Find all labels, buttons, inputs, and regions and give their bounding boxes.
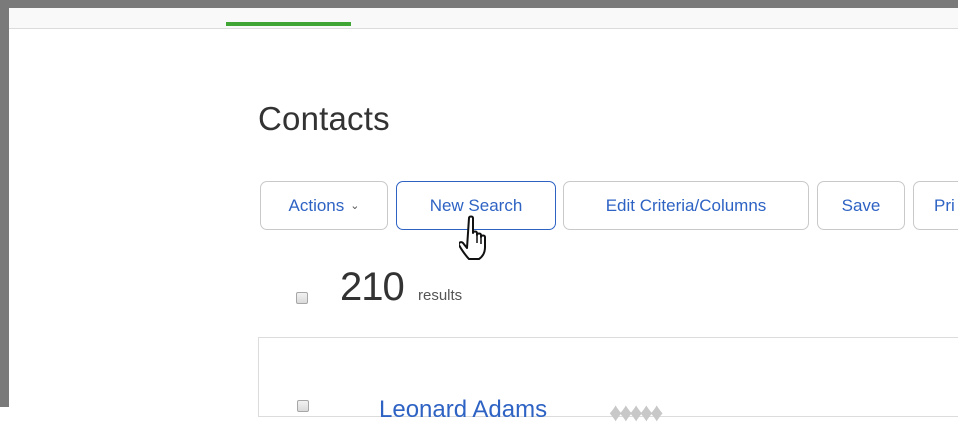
hand-pointer-cursor-icon: [459, 215, 486, 260]
actions-button-label: Actions: [288, 196, 345, 215]
edit-criteria-columns-button[interactable]: Edit Criteria/Columns: [563, 181, 809, 230]
new-search-button-label: New Search: [429, 196, 523, 215]
contact-name-link[interactable]: Leonard Adams: [379, 396, 547, 424]
save-button[interactable]: Save: [817, 181, 905, 230]
actions-dropdown-button[interactable]: Actions ⌄: [260, 181, 388, 230]
drop-rating-icon[interactable]: ♦♦♦♦♦: [609, 397, 663, 428]
results-label: results: [418, 287, 463, 304]
window-frame-top: [0, 0, 958, 8]
edit-criteria-button-label: Edit Criteria/Columns: [605, 196, 767, 215]
results-count: 210: [340, 265, 405, 309]
save-button-label: Save: [841, 196, 881, 215]
top-navigation-bar: [9, 8, 958, 29]
contacts-toolbar: Actions ⌄ New Search Edit Criteria/Column…: [260, 181, 958, 230]
chevron-down-icon: ⌄: [350, 200, 360, 212]
row-checkbox[interactable]: [297, 400, 309, 412]
active-tab-indicator: [226, 22, 351, 26]
contacts-list: Leonard Adams ♦♦♦♦♦: [258, 337, 958, 427]
select-all-checkbox[interactable]: [296, 292, 308, 304]
print-button-label: Pri: [934, 196, 955, 215]
print-button[interactable]: Pri: [913, 181, 958, 230]
page-title: Contacts: [258, 100, 390, 137]
window-frame-left: [0, 0, 9, 407]
